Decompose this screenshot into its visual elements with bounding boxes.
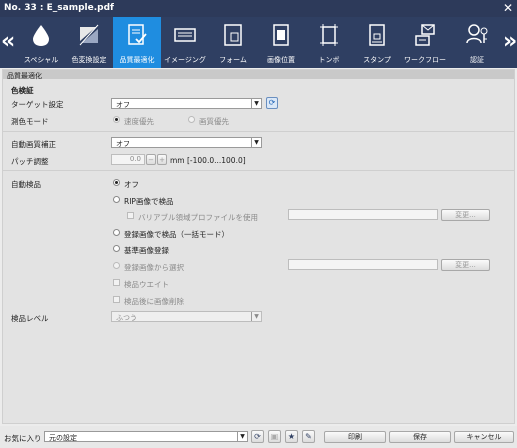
change-button[interactable]: 変更...	[441, 209, 490, 221]
measurement-mode-label: 測色モード	[11, 117, 49, 126]
section-title: 品質最適化	[3, 70, 514, 80]
imaging-icon	[174, 28, 196, 42]
auto-correction-value: オフ	[116, 140, 130, 148]
inspection-level-value: ふつう	[116, 314, 137, 322]
bottom-bar: お気に入り 元の設定 ▼ ⟳ ▣ ★ ✎ 印刷 保存 キャンセル	[0, 426, 517, 448]
variable-profile-checkbox[interactable]	[127, 212, 134, 219]
tab-label: スタンプ	[363, 56, 391, 64]
inspection-registered-label: 登録画像で検品（一括モード）	[124, 230, 229, 239]
save-button[interactable]: 保存	[389, 431, 451, 443]
tab-label: 色変換設定	[71, 56, 107, 64]
quality-check-icon	[128, 24, 147, 45]
inspection-rip-radio[interactable]	[113, 196, 120, 203]
tab-imaging[interactable]: イメージング	[161, 17, 209, 68]
cancel-button[interactable]: キャンセル	[454, 431, 514, 443]
edit-favorite-icon[interactable]: ✎	[302, 430, 315, 443]
patch-decrease-button[interactable]: −	[146, 154, 156, 165]
inspection-level-label: 検品レベル	[11, 314, 49, 323]
color-palette-icon	[79, 24, 99, 46]
mode-quality-radio[interactable]	[188, 116, 195, 123]
select-registered-label: 登録画像から選択	[124, 263, 184, 272]
registered-image-field[interactable]	[288, 259, 438, 270]
patch-range-label: mm [-100.0...100.0]	[170, 156, 246, 165]
color-check-heading: 色検証	[11, 86, 34, 95]
select-registered-radio[interactable]	[113, 262, 120, 269]
tab-special[interactable]: スペシャル	[17, 17, 65, 68]
stamp-icon	[369, 24, 385, 46]
favorites-select[interactable]: 元の設定 ▼	[44, 431, 248, 442]
drop-icon	[33, 25, 49, 46]
register-base-image-label: 基準画像登録	[124, 246, 169, 255]
scroll-right-icon[interactable]: »	[503, 29, 517, 54]
scroll-left-icon[interactable]: «	[1, 29, 15, 54]
workflow-icon	[415, 24, 435, 46]
print-button[interactable]: 印刷	[324, 431, 386, 443]
tab-workflow[interactable]: ワークフロー	[401, 17, 449, 68]
toolbar: « » スペシャル 色変換設定 品質最適化 イメージング フォーム 画像位置 ト…	[0, 17, 517, 68]
target-setting-label: ターゲット設定	[11, 100, 64, 109]
tab-image-position[interactable]: 画像位置	[257, 17, 305, 68]
form-icon	[224, 24, 242, 46]
favorites-value: 元の設定	[49, 434, 77, 442]
title-bar: No. 33 : E_sample.pdf ✕	[0, 0, 517, 17]
add-favorite-icon[interactable]: ★	[285, 430, 298, 443]
inspection-level-select[interactable]: ふつう ▼	[111, 311, 262, 322]
tab-label: イメージング	[164, 56, 206, 64]
tab-color-conversion[interactable]: 色変換設定	[65, 17, 113, 68]
close-icon[interactable]: ✕	[503, 1, 513, 15]
chevron-down-icon: ▼	[237, 432, 247, 441]
mode-speed-label: 速度優先	[124, 117, 154, 126]
target-setting-value: オフ	[116, 101, 130, 109]
chevron-down-icon: ▼	[251, 138, 261, 147]
tab-label: 認証	[470, 56, 484, 64]
inspection-rip-label: RIP画像で検品	[124, 197, 174, 206]
image-position-icon	[273, 24, 289, 46]
save-favorite-icon[interactable]: ▣	[268, 430, 281, 443]
tab-stamp[interactable]: スタンプ	[353, 17, 401, 68]
tab-crop-marks[interactable]: トンボ	[305, 17, 353, 68]
auto-correction-select[interactable]: オフ ▼	[111, 137, 262, 148]
change-button-2[interactable]: 変更...	[441, 259, 490, 271]
patch-increase-button[interactable]: +	[157, 154, 167, 165]
tab-label: 品質最適化	[119, 56, 155, 64]
inspection-off-label: オフ	[124, 180, 139, 189]
patch-adjust-label: パッチ調整	[11, 157, 49, 166]
tab-form[interactable]: フォーム	[209, 17, 257, 68]
auto-inspection-label: 自動検品	[11, 180, 41, 189]
mode-quality-label: 画質優先	[199, 117, 229, 126]
tab-label: 画像位置	[267, 56, 295, 64]
chevron-down-icon: ▼	[251, 312, 261, 321]
favorites-label: お気に入り	[4, 434, 42, 443]
window-title: No. 33 : E_sample.pdf	[4, 3, 114, 13]
variable-profile-field[interactable]	[288, 209, 438, 220]
tab-label: トンボ	[318, 56, 340, 64]
inspection-wait-label: 検品ウエイト	[124, 280, 169, 289]
settings-panel: 品質最適化 色検証 ターゲット設定 オフ ▼ ⟳ 測色モード 速度優先 画質優先…	[2, 69, 515, 424]
patch-adjust-input[interactable]: 0.0	[111, 154, 145, 165]
tab-label: フォーム	[219, 56, 247, 64]
tab-authentication[interactable]: 認証	[453, 17, 501, 68]
delete-after-label: 検品後に画像削除	[124, 297, 184, 306]
refresh-icon[interactable]: ⟳	[251, 430, 264, 443]
tab-label: ワークフロー	[404, 56, 446, 64]
crop-marks-icon	[320, 24, 338, 46]
tab-quality-optimization[interactable]: 品質最適化	[113, 17, 161, 68]
divider	[3, 170, 514, 171]
target-setting-select[interactable]: オフ ▼	[111, 98, 262, 109]
inspection-off-radio[interactable]	[113, 179, 120, 186]
mode-speed-radio[interactable]	[113, 116, 120, 123]
refresh-icon[interactable]: ⟳	[266, 97, 278, 109]
inspection-registered-radio[interactable]	[113, 229, 120, 236]
tab-label: スペシャル	[23, 56, 59, 64]
register-base-image-radio[interactable]	[113, 245, 120, 252]
authentication-icon	[466, 24, 488, 44]
auto-correction-label: 自動画質補正	[11, 140, 56, 149]
variable-profile-label: バリアブル領域プロファイルを使用	[138, 213, 258, 222]
chevron-down-icon: ▼	[251, 99, 261, 108]
inspection-wait-checkbox[interactable]	[113, 279, 120, 286]
divider	[3, 131, 514, 132]
delete-after-checkbox[interactable]	[113, 296, 120, 303]
